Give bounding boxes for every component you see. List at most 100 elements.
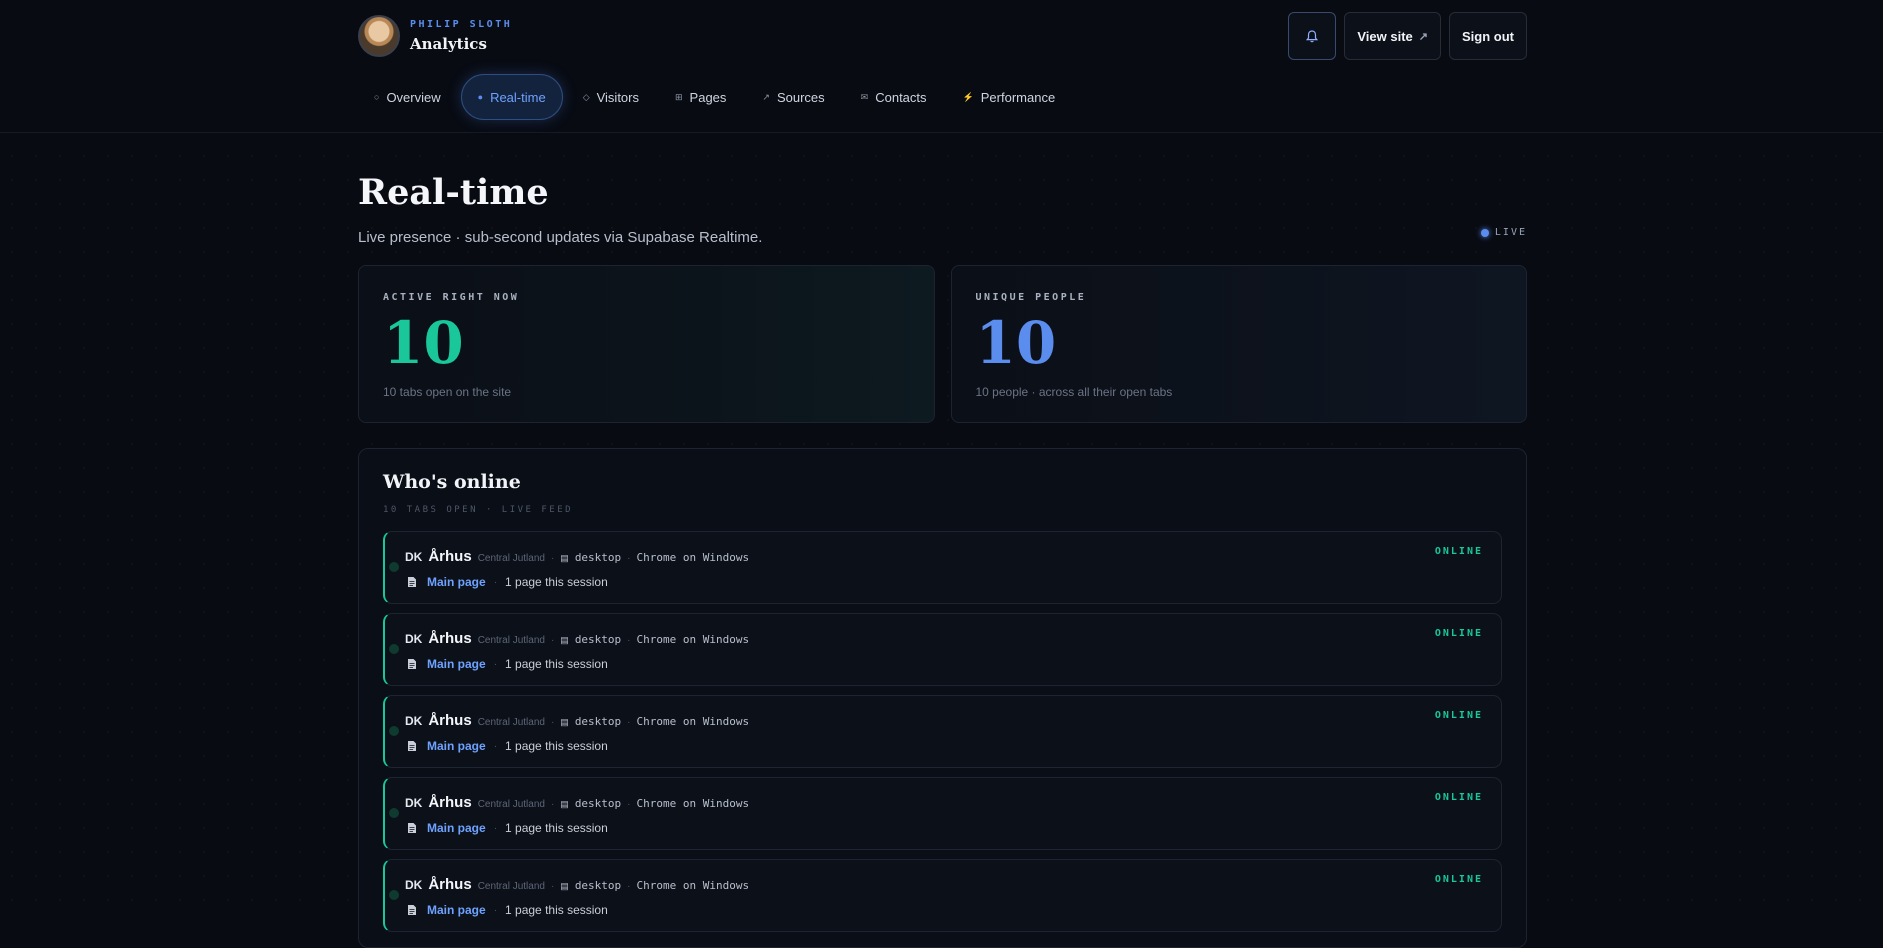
city: Århus: [428, 794, 472, 811]
tab-performance[interactable]: ⚡ Performance: [947, 74, 1072, 120]
stat-card-active: ACTIVE RIGHT NOW 10 10 tabs open on the …: [358, 265, 935, 423]
device: desktop: [574, 715, 622, 728]
circle-icon: ○: [374, 92, 380, 102]
session-info: 1 page this session: [505, 739, 608, 753]
separator: ·: [493, 740, 498, 752]
document-icon: [408, 823, 416, 833]
presence-dot-icon: [389, 726, 399, 736]
status-badge: ONLINE: [1434, 546, 1483, 557]
page-link[interactable]: Main page: [427, 575, 486, 589]
page-header: Real-time Live presence · sub-second upd…: [358, 172, 1527, 246]
page-title: Real-time: [358, 172, 549, 213]
separator: ·: [493, 576, 498, 588]
notifications-button[interactable]: [1288, 12, 1337, 60]
status-badge: ONLINE: [1434, 874, 1483, 885]
page-link[interactable]: Main page: [427, 821, 486, 835]
browser: Chrome on Windows: [636, 633, 750, 646]
separator: ·: [550, 553, 555, 564]
list-item[interactable]: DK Århus Central Jutland · ▤ desktop · C…: [383, 777, 1502, 850]
separator: ·: [627, 881, 631, 892]
stat-value: 10: [383, 309, 464, 377]
page-link[interactable]: Main page: [427, 903, 486, 917]
bolt-icon: ⚡: [962, 91, 974, 102]
row-page: Main page · 1 page this session: [405, 575, 608, 589]
online-list: DK Århus Central Jutland · ▤ desktop · C…: [383, 531, 1502, 932]
tab-label: Visitors: [596, 89, 639, 105]
browser: Chrome on Windows: [636, 551, 750, 564]
separator: ·: [627, 799, 631, 810]
envelope-icon: ✉: [860, 91, 869, 102]
live-label: LIVE: [1494, 227, 1527, 238]
separator: ·: [550, 881, 555, 892]
brand[interactable]: PHILIP SLOTH Analytics View site ↗ Sign …: [358, 12, 1527, 60]
tab-label: Performance: [980, 89, 1056, 105]
separator: ·: [627, 717, 631, 728]
browser: Chrome on Windows: [636, 879, 750, 892]
separator: ·: [493, 904, 498, 916]
tab-visitors[interactable]: ◇ Visitors: [567, 74, 655, 120]
row-page: Main page · 1 page this session: [405, 903, 608, 917]
session-info: 1 page this session: [505, 903, 608, 917]
region: Central Jutland: [477, 717, 545, 728]
separator: ·: [550, 635, 555, 646]
presence-dot-icon: [389, 644, 399, 654]
tab-contacts[interactable]: ✉ Contacts: [845, 74, 943, 120]
list-item[interactable]: DK Århus Central Jutland · ▤ desktop · C…: [383, 859, 1502, 932]
page-link[interactable]: Main page: [427, 657, 486, 671]
tab-sources[interactable]: ↗ Sources: [746, 74, 840, 120]
tab-label: Overview: [386, 89, 441, 105]
tab-real-time[interactable]: ● Real-time: [460, 74, 563, 120]
page-link[interactable]: Main page: [427, 739, 486, 753]
browser: Chrome on Windows: [636, 797, 750, 810]
grid-icon: ⊞: [675, 91, 683, 102]
document-icon: [408, 741, 416, 751]
desktop-icon: ▤: [560, 635, 569, 645]
session-info: 1 page this session: [505, 821, 608, 835]
document-icon: [408, 905, 416, 915]
stat-note: 10 tabs open on the site: [383, 385, 512, 399]
tab-pages[interactable]: ⊞ Pages: [659, 74, 742, 120]
row-page: Main page · 1 page this session: [405, 657, 608, 671]
region: Central Jutland: [477, 799, 545, 810]
browser: Chrome on Windows: [636, 715, 750, 728]
city: Århus: [428, 630, 472, 647]
row-location: DK Århus Central Jutland · ▤ desktop · C…: [405, 630, 749, 647]
status-badge: ONLINE: [1434, 628, 1483, 639]
row-page: Main page · 1 page this session: [405, 739, 608, 753]
live-dot-icon: [1480, 228, 1489, 237]
stat-note: 10 people · across all their open tabs: [975, 385, 1173, 399]
city: Århus: [428, 712, 472, 729]
desktop-icon: ▤: [560, 553, 569, 563]
sign-out-button[interactable]: Sign out: [1449, 12, 1527, 60]
status-badge: ONLINE: [1434, 710, 1483, 721]
list-item[interactable]: DK Århus Central Jutland · ▤ desktop · C…: [383, 613, 1502, 686]
device: desktop: [574, 551, 622, 564]
main-nav: ○ Overview ● Real-time ◇ Visitors ⊞ Page…: [358, 74, 1527, 120]
city: Århus: [428, 548, 472, 565]
brand-text: PHILIP SLOTH Analytics: [410, 19, 512, 53]
separator: ·: [627, 553, 631, 564]
separator: ·: [627, 635, 631, 646]
desktop-icon: ▤: [560, 799, 569, 809]
region: Central Jutland: [477, 881, 545, 892]
tab-overview[interactable]: ○ Overview: [358, 74, 457, 120]
row-location: DK Århus Central Jutland · ▤ desktop · C…: [405, 876, 749, 893]
row-location: DK Århus Central Jutland · ▤ desktop · C…: [405, 712, 749, 729]
list-item[interactable]: DK Århus Central Jutland · ▤ desktop · C…: [383, 695, 1502, 768]
stat-value: 10: [975, 309, 1057, 377]
avatar[interactable]: [358, 15, 400, 57]
presence-dot-icon: [389, 562, 399, 572]
list-item[interactable]: DK Århus Central Jutland · ▤ desktop · C…: [383, 531, 1502, 604]
tab-label: Contacts: [875, 89, 927, 105]
row-location: DK Århus Central Jutland · ▤ desktop · C…: [405, 794, 749, 811]
bell-icon: [1306, 29, 1319, 42]
dot-icon: ●: [477, 92, 484, 102]
diamond-icon: ◇: [582, 91, 590, 102]
view-site-button[interactable]: View site ↗: [1344, 12, 1441, 60]
panel-subtitle: 10 TABS OPEN · LIVE FEED: [383, 505, 574, 515]
separator: ·: [550, 717, 555, 728]
stat-card-unique: UNIQUE PEOPLE 10 10 people · across all …: [950, 265, 1527, 423]
sign-out-label: Sign out: [1462, 28, 1514, 44]
city: Århus: [428, 876, 472, 893]
presence-dot-icon: [389, 808, 399, 818]
